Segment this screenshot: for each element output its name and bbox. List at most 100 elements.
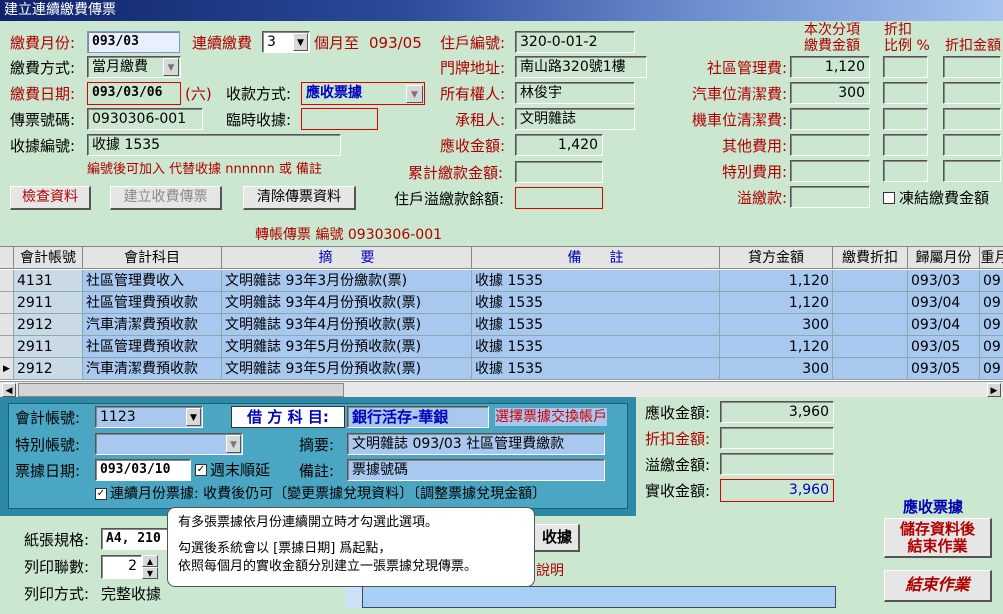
temp-receipt-input[interactable] xyxy=(301,108,378,130)
fee-item-amount[interactable] xyxy=(790,160,870,182)
fee-item-discount-ratio[interactable] xyxy=(883,160,928,182)
grid-header-summary[interactable]: 摘 要 xyxy=(222,247,472,269)
copies-down-icon[interactable]: ▼ xyxy=(142,567,158,579)
grid-cell-discount[interactable] xyxy=(833,336,908,358)
grid-cell-subject[interactable]: 汽車清潔費預收款 xyxy=(83,314,222,336)
fee-item-discount-ratio[interactable] xyxy=(883,108,928,130)
grid-cell-subject[interactable]: 社區管理費收入 xyxy=(83,270,222,292)
fee-item-discount-ratio[interactable] xyxy=(883,82,928,104)
household-no-input[interactable]: 320-0-01-2 xyxy=(515,31,635,53)
fee-item-discount-amount[interactable] xyxy=(943,108,1001,130)
swap-account-link[interactable]: 選擇票據交換帳戶 xyxy=(495,408,607,426)
freeze-checkbox[interactable] xyxy=(883,192,895,204)
weekend-defer-checkbox[interactable]: ✓ xyxy=(195,464,207,476)
grid-cell-summary[interactable]: 文明雜誌 93年5月份預收款(票) xyxy=(222,336,472,358)
special-acct-select[interactable] xyxy=(95,433,243,455)
grid-header-credit[interactable]: 貸方金額 xyxy=(720,247,833,269)
grid-cell-summary[interactable]: 文明雜誌 93年5月份預收款(票) xyxy=(222,358,472,380)
grid-row-selector[interactable] xyxy=(0,314,14,336)
create-voucher-button[interactable]: 建立收費傳票 xyxy=(110,186,222,210)
grid-cell-month[interactable]: 093/05 xyxy=(908,358,980,380)
grid-cell-month[interactable]: 093/03 xyxy=(908,270,980,292)
monthly-bills-checkbox[interactable]: ✓ xyxy=(95,488,107,500)
grid-cell-note[interactable]: 收據 1535 xyxy=(472,358,720,380)
grid-cell-extra[interactable]: 09 xyxy=(980,292,1003,314)
pay-date-input[interactable]: 093/03/06 xyxy=(87,82,181,105)
grid-header-note[interactable]: 備 註 xyxy=(472,247,720,269)
copies-input[interactable]: 2 xyxy=(101,555,142,579)
grid-horizontal-scrollbar[interactable]: ◀ ▶ xyxy=(0,381,1003,397)
clear-voucher-button[interactable]: 清除傳票資料 xyxy=(243,186,356,210)
grid-cell-discount[interactable] xyxy=(833,314,908,336)
grid-header-month[interactable]: 歸屬月份 xyxy=(908,247,980,269)
fee-item-discount-amount[interactable] xyxy=(943,82,1001,104)
panel-acct-dropdown-icon[interactable]: ▼ xyxy=(186,408,201,426)
explain-link[interactable]: 說明 xyxy=(536,560,564,580)
copies-up-icon[interactable]: ▲ xyxy=(142,555,158,567)
scroll-left-icon[interactable]: ◀ xyxy=(2,383,16,397)
scroll-right-icon[interactable]: ▶ xyxy=(987,383,1001,397)
grid-cell-extra[interactable]: 09 xyxy=(980,314,1003,336)
grid-cell-extra[interactable]: 09 xyxy=(980,270,1003,292)
grid-cell-discount[interactable] xyxy=(833,270,908,292)
grid-cell-month[interactable]: 093/04 xyxy=(908,292,980,314)
grid-cell-summary[interactable]: 文明雜誌 93年3月份繳款(票) xyxy=(222,270,472,292)
grid-cell-credit[interactable]: 300 xyxy=(720,314,833,336)
save-and-exit-button[interactable]: 儲存資料後 結束作業 xyxy=(884,518,992,558)
grid-cell-credit[interactable]: 1,120 xyxy=(720,292,833,314)
grid-row-selector[interactable]: ▶ xyxy=(0,358,14,380)
check-data-button[interactable]: 檢查資料 xyxy=(10,186,91,210)
fee-item-discount-ratio[interactable] xyxy=(883,134,928,156)
grid-row-selector[interactable] xyxy=(0,270,14,292)
grid-cell-month[interactable]: 093/04 xyxy=(908,314,980,336)
fee-item-amount[interactable] xyxy=(790,186,870,208)
grid-cell-note[interactable]: 收據 1535 xyxy=(472,314,720,336)
grid-row-selector[interactable] xyxy=(0,292,14,314)
pay-method-dropdown-icon[interactable]: ▼ xyxy=(163,58,179,76)
billing-month-input[interactable]: 093/03 xyxy=(87,31,180,53)
fee-item-discount-amount[interactable] xyxy=(943,56,1001,78)
fee-item-amount[interactable]: 1,120 xyxy=(790,56,870,78)
grid-cell-credit[interactable]: 1,120 xyxy=(720,336,833,358)
bill-date-input[interactable]: 093/03/10 xyxy=(95,459,191,481)
receipt-no-input[interactable]: 收據 1535 xyxy=(87,134,341,156)
grid-cell-credit[interactable]: 1,120 xyxy=(720,270,833,292)
grid-cell-acct[interactable]: 4131 xyxy=(14,270,83,292)
voucher-grid[interactable]: 會計帳號會計科目摘 要備 註貸方金額繳費折扣歸屬月份重月 4131社區管理費收入… xyxy=(0,246,1003,397)
grid-cell-note[interactable]: 收據 1535 xyxy=(472,270,720,292)
grid-cell-note[interactable]: 收據 1535 xyxy=(472,292,720,314)
fee-item-discount-amount[interactable] xyxy=(943,160,1001,182)
grid-cell-discount[interactable] xyxy=(833,358,908,380)
fee-item-discount-amount[interactable] xyxy=(943,134,1001,156)
grid-cell-subject[interactable]: 社區管理費預收款 xyxy=(83,336,222,358)
grid-cell-acct[interactable]: 2912 xyxy=(14,314,83,336)
grid-cell-subject[interactable]: 汽車清潔費預收款 xyxy=(83,358,222,380)
grid-cell-acct[interactable]: 2911 xyxy=(14,336,83,358)
exit-button[interactable]: 結束作業 xyxy=(884,570,992,602)
fee-item-amount[interactable] xyxy=(790,108,870,130)
grid-cell-summary[interactable]: 文明雜誌 93年4月份預收款(票) xyxy=(222,292,472,314)
grid-cell-discount[interactable] xyxy=(833,292,908,314)
grid-header-extra[interactable]: 重月 xyxy=(980,247,1003,269)
grid-cell-summary[interactable]: 文明雜誌 93年4月份預收款(票) xyxy=(222,314,472,336)
scroll-thumb[interactable] xyxy=(18,383,344,397)
collect-method-dropdown-icon[interactable]: ▼ xyxy=(406,85,423,103)
grid-cell-note[interactable]: 收據 1535 xyxy=(472,336,720,358)
panel-summary-field[interactable]: 文明雜誌 093/03 社區管理費繳款 xyxy=(347,433,605,455)
fee-item-discount-ratio[interactable] xyxy=(883,56,928,78)
voucher-no-input[interactable]: 0930306-001 xyxy=(87,108,203,130)
paper-size-select[interactable]: A4, 210 xyxy=(101,528,171,550)
grid-cell-extra[interactable]: 09 xyxy=(980,358,1003,380)
grid-header-discount[interactable]: 繳費折扣 xyxy=(833,247,908,269)
continuous-dropdown-icon[interactable]: ▼ xyxy=(293,33,308,51)
grid-cell-extra[interactable]: 09 xyxy=(980,336,1003,358)
grid-header-acct[interactable]: 會計帳號 xyxy=(14,247,83,269)
panel-memo-field[interactable]: 票據號碼 xyxy=(347,459,605,481)
grid-header-subject[interactable]: 會計科目 xyxy=(83,247,222,269)
grid-cell-acct[interactable]: 2911 xyxy=(14,292,83,314)
fee-item-amount[interactable]: 300 xyxy=(790,82,870,104)
grid-cell-credit[interactable]: 300 xyxy=(720,358,833,380)
special-acct-dropdown-icon[interactable]: ▼ xyxy=(226,435,241,453)
grid-row-selector[interactable] xyxy=(0,336,14,358)
grid-cell-subject[interactable]: 社區管理費預收款 xyxy=(83,292,222,314)
